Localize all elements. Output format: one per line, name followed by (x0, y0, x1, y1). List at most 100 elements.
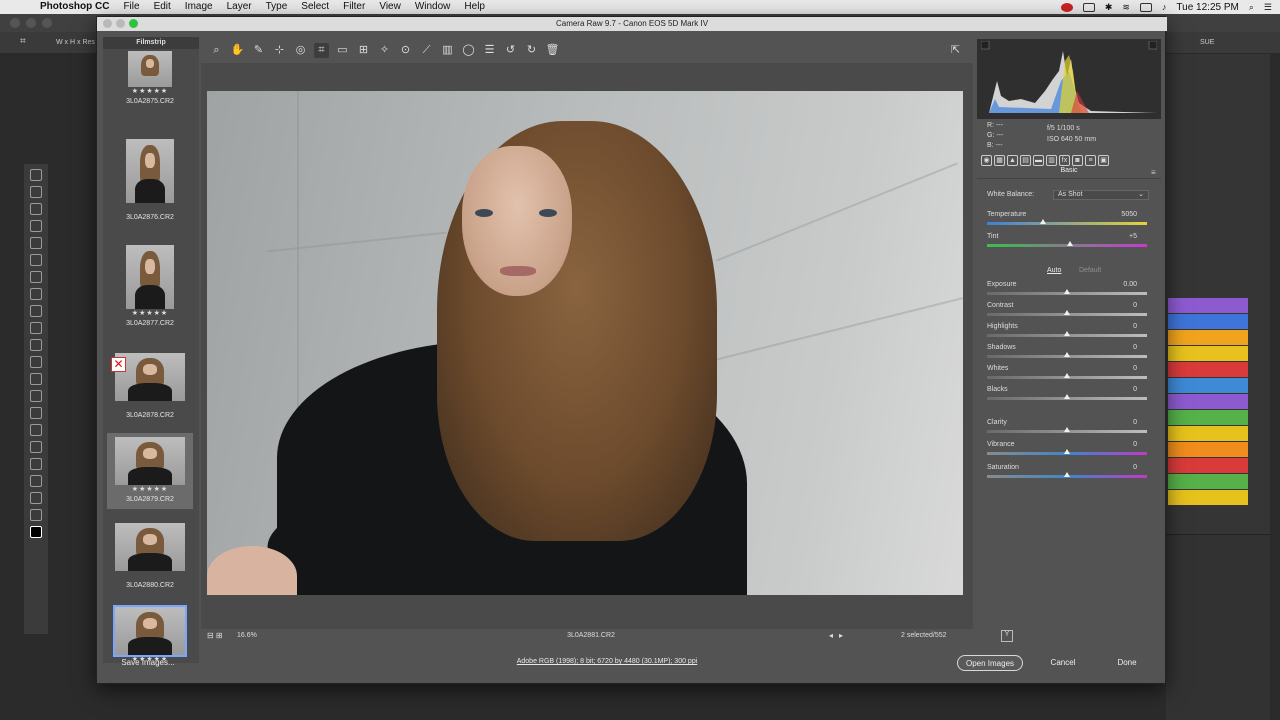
blur-tool-icon[interactable] (30, 373, 42, 385)
filmstrip-thumb[interactable]: ✕ 3L0A2878.CR2 (107, 353, 193, 421)
history-brush-tool-icon[interactable] (30, 322, 42, 334)
temperature-slider[interactable]: Temperature 5050 (987, 211, 1157, 231)
thumb-rating[interactable] (107, 203, 193, 213)
exposure-slider[interactable]: Exposure 0.00 (987, 281, 1157, 301)
swatch-1[interactable] (1168, 298, 1248, 313)
eyedropper-tool-icon[interactable] (30, 254, 42, 266)
slider-value[interactable]: 0 (1133, 344, 1137, 351)
slider-value[interactable]: 0 (1133, 419, 1137, 426)
swatch-2[interactable] (1168, 314, 1248, 329)
shape-tool-icon[interactable] (30, 458, 42, 470)
swatch-10[interactable] (1168, 442, 1248, 457)
swatch-6[interactable] (1168, 378, 1248, 393)
brush-tool-icon[interactable] (30, 288, 42, 300)
swatch-13[interactable] (1168, 490, 1248, 505)
crop-size-field[interactable]: W x H x Res (56, 39, 95, 46)
display-icon[interactable] (1082, 2, 1095, 12)
swatch-12[interactable] (1168, 474, 1248, 489)
thumb-rating[interactable] (107, 571, 193, 581)
color-sampler-tool-icon[interactable]: ⊹ (272, 43, 287, 58)
slider-knob[interactable] (1064, 427, 1070, 432)
crop-tool-icon[interactable] (30, 237, 42, 249)
zoom-window-icon[interactable] (42, 18, 52, 28)
hand-tool-icon[interactable] (30, 475, 42, 487)
thumb-rating[interactable]: ★★★★★ (107, 309, 193, 319)
swatch-7[interactable] (1168, 394, 1248, 409)
menu-image[interactable]: Image (185, 0, 213, 14)
tab-snapshots-icon[interactable]: ▣ (1098, 154, 1109, 166)
quick-select-tool-icon[interactable] (30, 220, 42, 232)
filmstrip-header[interactable]: Filmstrip (103, 37, 199, 49)
swatch-5[interactable] (1168, 362, 1248, 377)
tab-split-toning-icon[interactable]: ▬ (1033, 154, 1044, 166)
tab-basic-icon[interactable]: ◉ (981, 154, 992, 166)
slider-value[interactable]: 0 (1133, 464, 1137, 471)
eraser-tool-icon[interactable] (30, 339, 42, 351)
healing-tool-icon[interactable] (30, 271, 42, 283)
lasso-tool-icon[interactable] (30, 203, 42, 215)
slider-value[interactable]: 0.00 (1123, 281, 1137, 288)
reject-mark-icon[interactable]: ✕ (111, 357, 126, 372)
graduated-filter-icon[interactable]: ▥ (440, 43, 455, 58)
slider-knob[interactable] (1064, 449, 1070, 454)
slider-value[interactable]: 0 (1133, 386, 1137, 393)
bluetooth-icon[interactable]: ✱ (1105, 2, 1113, 13)
swatch-11[interactable] (1168, 458, 1248, 473)
targeted-adjustment-icon[interactable]: ◎ (293, 43, 308, 58)
hand-tool-icon[interactable]: ✋ (230, 43, 245, 58)
slider-value[interactable]: 0 (1133, 323, 1137, 330)
image-preview-area[interactable] (201, 63, 973, 629)
zoom-level[interactable]: 16.6% (237, 632, 257, 639)
rotate-right-icon[interactable]: ↻ (524, 43, 539, 58)
close-dialog-icon[interactable] (103, 19, 112, 28)
move-tool-icon[interactable] (30, 169, 42, 181)
menu-type[interactable]: Type (266, 0, 288, 14)
marquee-tool-icon[interactable] (30, 186, 42, 198)
radial-filter-icon[interactable]: ◯ (461, 43, 476, 58)
menu-extras-icon[interactable]: ☰ (1264, 2, 1272, 13)
fullscreen-icon[interactable]: ⇱ (948, 43, 963, 58)
trash-icon[interactable]: 🗑 (545, 43, 560, 58)
swatch-4[interactable] (1168, 346, 1248, 361)
slider-value[interactable]: 0 (1133, 302, 1137, 309)
swatch-8[interactable] (1168, 410, 1248, 425)
slider-knob[interactable] (1040, 219, 1046, 224)
crop-tool-icon[interactable]: ⌗ (20, 36, 26, 47)
slider-knob[interactable] (1064, 289, 1070, 294)
filmstrip-thumb[interactable]: 3L0A2880.CR2 (107, 523, 193, 591)
slider-value[interactable]: 0 (1133, 365, 1137, 372)
tab-effects-icon[interactable]: fx (1059, 154, 1070, 166)
auto-link[interactable]: Auto (1047, 267, 1061, 274)
minimize-dialog-icon[interactable] (116, 19, 125, 28)
workflow-options-link[interactable]: Adobe RGB (1998); 8 bit; 6720 by 4480 (3… (397, 658, 817, 665)
menu-view[interactable]: View (379, 0, 401, 14)
close-window-icon[interactable] (10, 18, 20, 28)
tint-slider[interactable]: Tint +5 (987, 233, 1157, 253)
preferences-icon[interactable]: ☰ (482, 43, 497, 58)
tab-camera-calibration-icon[interactable]: ◙ (1072, 154, 1083, 166)
path-select-tool-icon[interactable] (30, 441, 42, 453)
whites-slider[interactable]: Whites 0 (987, 365, 1157, 385)
save-images-button[interactable]: Save Images... (115, 655, 181, 671)
gradient-tool-icon[interactable] (30, 356, 42, 368)
clock[interactable]: Tue 12:25 PM (1176, 2, 1238, 13)
open-images-button[interactable]: Open Images (957, 655, 1023, 671)
zoom-out-icon[interactable]: ⊟ ⊞ (207, 631, 223, 640)
tab-detail-icon[interactable]: ▲ (1007, 154, 1018, 166)
menu-file[interactable]: File (123, 0, 139, 14)
slider-knob[interactable] (1067, 241, 1073, 246)
slider-knob[interactable] (1064, 373, 1070, 378)
contrast-slider[interactable]: Contrast 0 (987, 302, 1157, 322)
filter-icon[interactable]: Y (1001, 630, 1013, 642)
pen-tool-icon[interactable] (30, 407, 42, 419)
slider-value[interactable]: 0 (1133, 441, 1137, 448)
menu-window[interactable]: Window (415, 0, 451, 14)
filmstrip-thumb[interactable]: 3L0A2876.CR2 (107, 139, 193, 223)
slider-value[interactable]: +5 (1129, 233, 1137, 240)
thumb-rating[interactable] (107, 401, 193, 411)
battery-icon[interactable] (1139, 2, 1152, 12)
done-button[interactable]: Done (1109, 655, 1145, 671)
slider-knob[interactable] (1064, 331, 1070, 336)
menu-edit[interactable]: Edit (154, 0, 171, 14)
swatch-3[interactable] (1168, 330, 1248, 345)
